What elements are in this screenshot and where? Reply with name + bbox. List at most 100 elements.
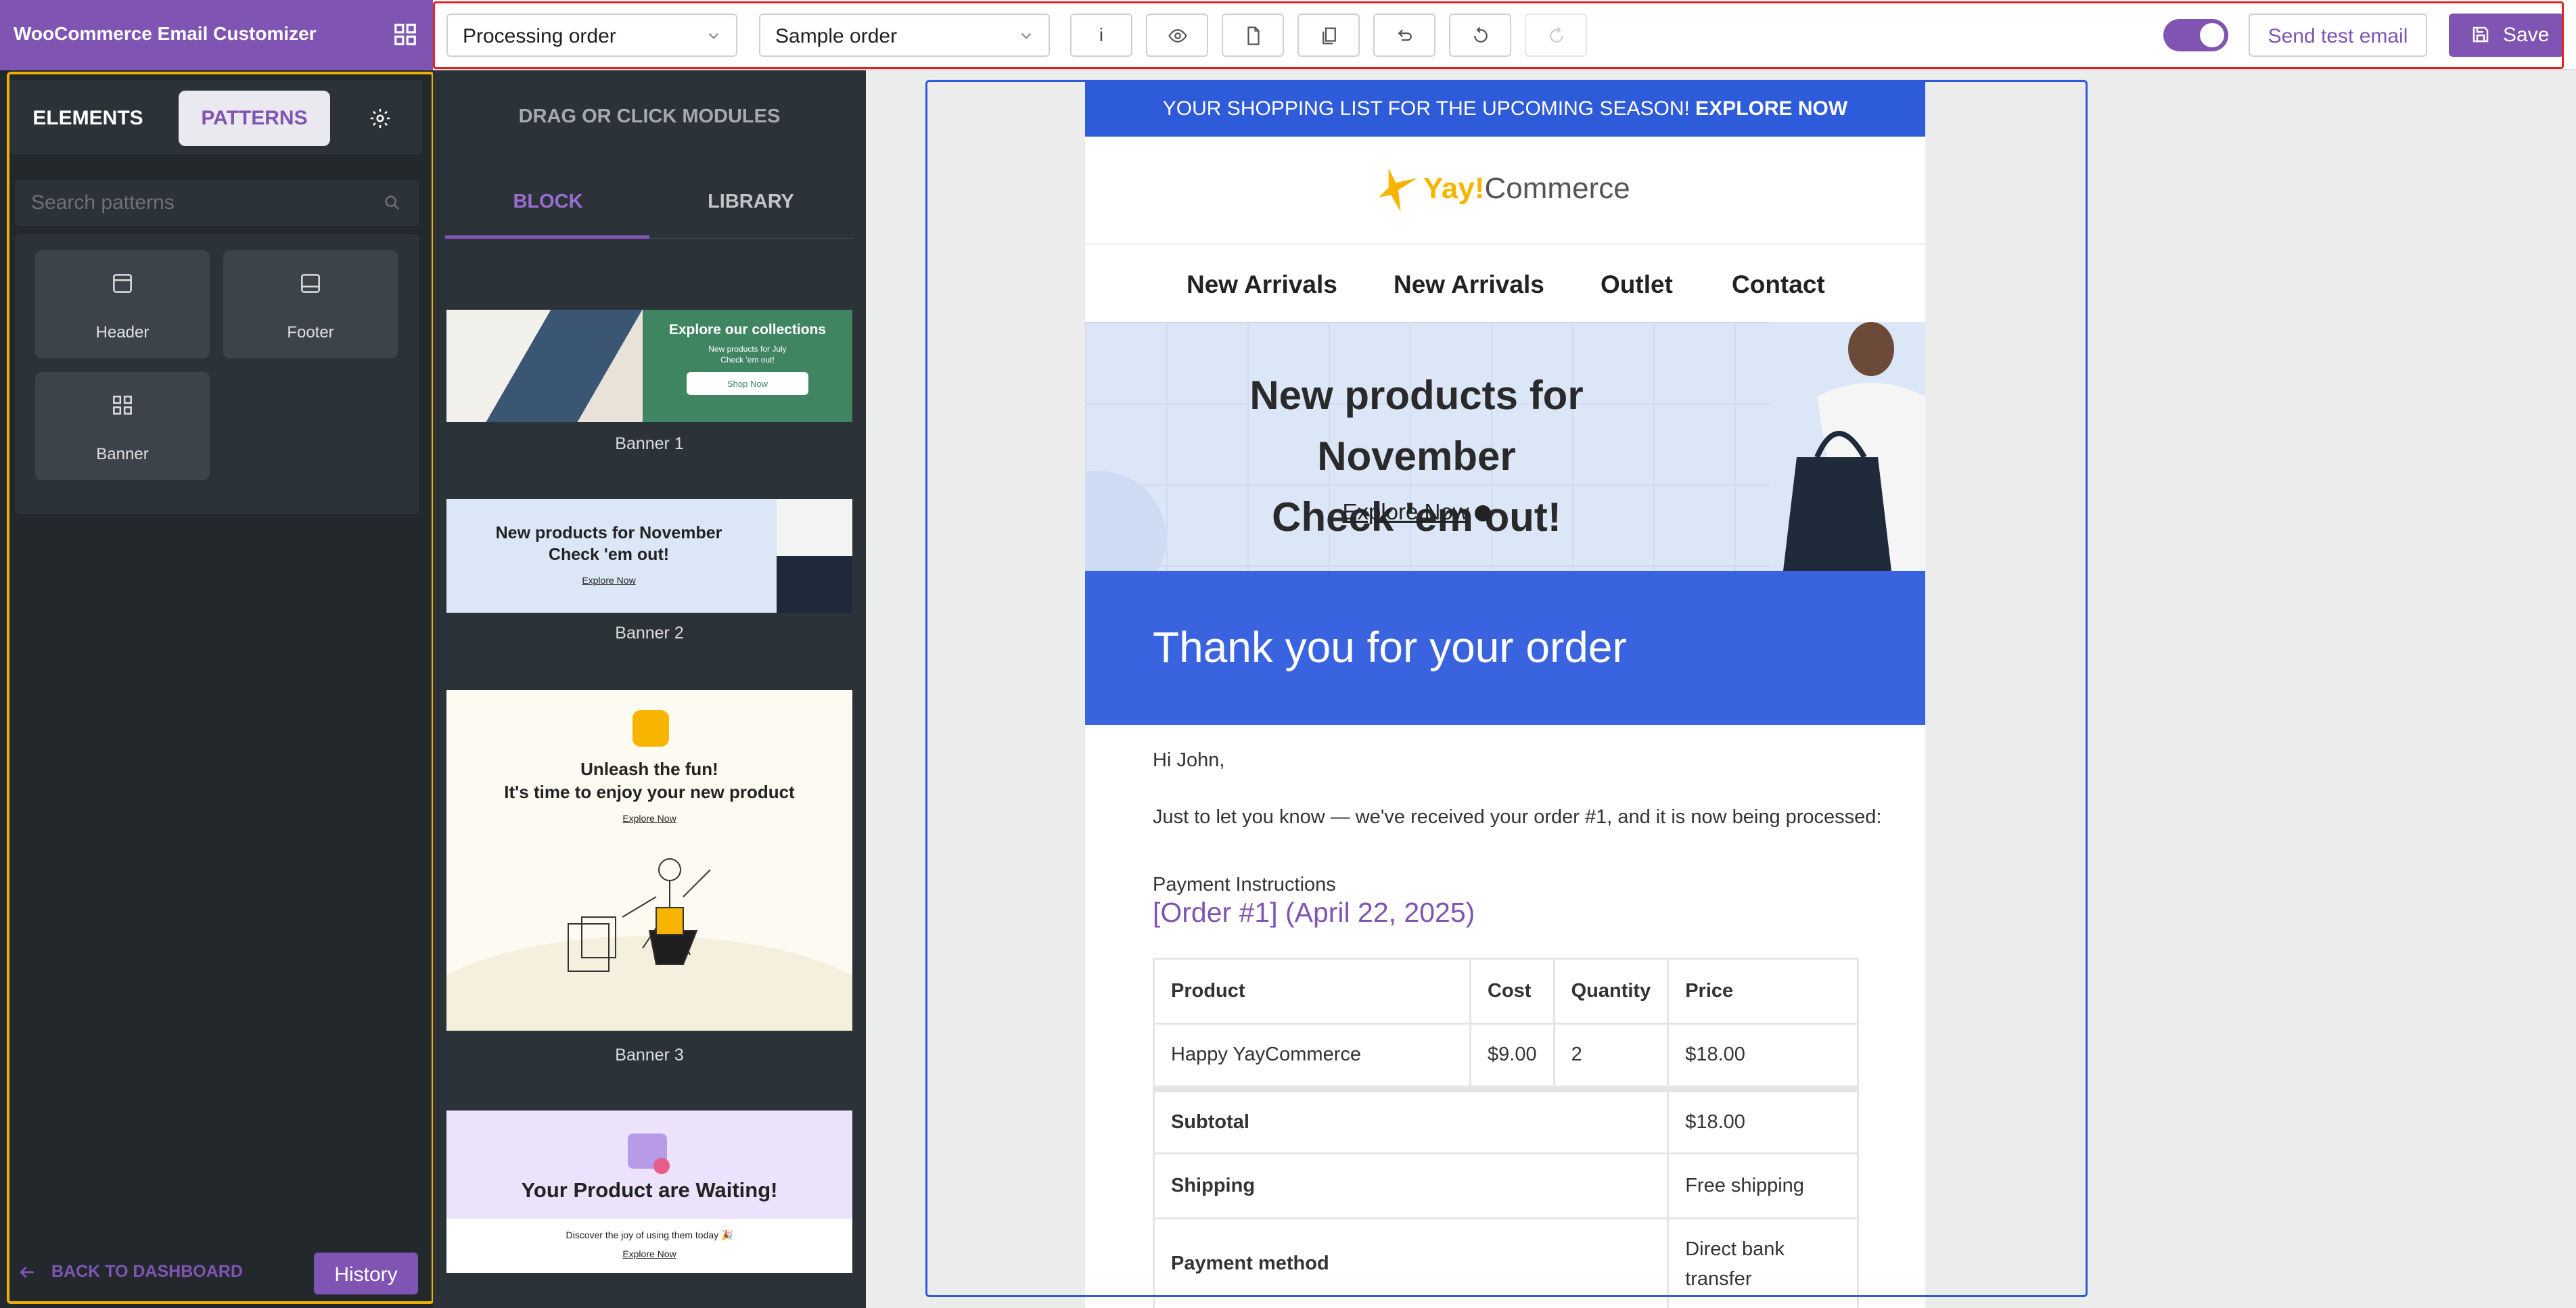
patterns-grid: Header Footer Banner xyxy=(15,234,419,514)
banner-title: New products for November Check 'em out! xyxy=(487,522,731,565)
grid-icon xyxy=(113,396,132,415)
banner-subtitle: Discover the joy of using them today 🎉 xyxy=(566,1230,733,1240)
totals-value: $18.00 xyxy=(1667,1085,1859,1154)
order-table: Product Cost Quantity Price Happy YayCom… xyxy=(1152,958,1859,1308)
arrow-circle-icon xyxy=(1474,505,1491,522)
tab-library[interactable]: LIBRARY xyxy=(649,191,852,213)
pattern-footer[interactable]: Footer xyxy=(223,250,398,358)
order-message: Just to let you know — we've received yo… xyxy=(1153,806,1882,828)
modules-heading: DRAG OR CLICK MODULES xyxy=(518,106,781,127)
column-header: Price xyxy=(1667,958,1859,1025)
email-nav: New Arrivals New Arrivals Outlet Contact xyxy=(1085,245,1925,322)
active-tab-indicator xyxy=(445,235,649,239)
pattern-label: Footer xyxy=(287,323,334,342)
tab-block[interactable]: BLOCK xyxy=(446,191,649,213)
banner-subtitle: New products for July Check 'em out! xyxy=(643,344,852,365)
promo-text: YOUR SHOPPING LIST FOR THE UPCOMING SEAS… xyxy=(1162,97,1690,120)
banner-image xyxy=(446,310,643,422)
pattern-label: Banner xyxy=(96,445,149,463)
pattern-banner[interactable]: Banner xyxy=(35,372,210,480)
table-cell: $9.00 xyxy=(1469,1023,1555,1090)
arrow-left-icon xyxy=(20,1266,34,1278)
hero-banner[interactable]: New products for November Check 'em out!… xyxy=(1085,322,1925,571)
hero-explore-link[interactable]: Explore Now xyxy=(1180,499,1653,525)
yaycommerce-logo-icon xyxy=(1379,168,1418,212)
badge-icon xyxy=(653,1158,670,1174)
back-to-dashboard-link[interactable]: BACK TO DASHBOARD xyxy=(16,1262,243,1282)
apps-grid-icon[interactable] xyxy=(392,22,418,47)
greeting-text: Hi John, xyxy=(1153,749,1225,771)
logo-wordmark: Yay!Commerce xyxy=(1423,172,1630,206)
module-label: Banner 3 xyxy=(615,1046,684,1065)
model-photo xyxy=(777,499,852,613)
tab-settings[interactable] xyxy=(359,101,402,135)
totals-label: Subtotal xyxy=(1152,1085,1670,1154)
totals-row: Shipping Free shipping xyxy=(1152,1152,1859,1219)
totals-label: Shipping xyxy=(1152,1152,1670,1219)
decorative-circle xyxy=(1085,471,1166,571)
order-title-link[interactable]: [Order #1] (April 22, 2025) xyxy=(1153,897,1475,929)
banner-title-line: Check 'em out! xyxy=(548,545,670,564)
hero-link-text: Explore Now xyxy=(1342,499,1469,524)
column-header: Cost xyxy=(1469,958,1555,1025)
table-row: Happy YayCommerce $9.00 2 $18.00 xyxy=(1153,1023,1859,1090)
gear-icon xyxy=(370,108,390,129)
nav-item-outlet[interactable]: Outlet xyxy=(1601,271,1673,299)
pattern-search xyxy=(15,180,419,226)
search-icon[interactable] xyxy=(383,193,402,212)
nav-item-new-arrivals[interactable]: New Arrivals xyxy=(1187,271,1337,299)
totals-row: Subtotal $18.00 xyxy=(1152,1085,1859,1154)
promo-link[interactable]: EXPLORE NOW xyxy=(1695,97,1847,120)
module-banner-1[interactable]: Explore our collections New products for… xyxy=(446,310,852,422)
banner-link: Explore Now xyxy=(622,1248,676,1259)
email-heading[interactable]: Thank you for your order xyxy=(1085,571,1925,725)
back-label: BACK TO DASHBOARD xyxy=(51,1262,243,1281)
hero-title-line: New products for November xyxy=(1249,373,1584,479)
search-input[interactable] xyxy=(15,180,419,226)
column-header: Product xyxy=(1153,958,1471,1025)
banner-subtitle-line: New products for July xyxy=(708,344,787,354)
toolbar-highlight xyxy=(433,1,2564,69)
promo-bar[interactable]: YOUR SHOPPING LIST FOR THE UPCOMING SEAS… xyxy=(1085,80,1925,137)
totals-value: Free shipping xyxy=(1667,1152,1859,1219)
banner-link: Explore Now xyxy=(622,813,676,824)
banner-subtitle-line: Check 'em out! xyxy=(720,355,775,365)
banner-title-line: New products for November xyxy=(495,523,722,542)
header-layout-icon xyxy=(113,274,132,293)
module-label: Banner 1 xyxy=(615,434,684,453)
top-bar: WooCommerce Email Customizer Processing … xyxy=(0,0,2576,70)
module-banner-3[interactable]: Unleash the fun! It's time to enjoy your… xyxy=(446,690,852,1031)
banner-title: Unleash the fun! It's time to enjoy your… xyxy=(446,757,852,803)
banner-panel: Explore our collections New products for… xyxy=(643,310,852,422)
module-label: Banner 2 xyxy=(615,624,684,643)
logo-commerce: Commerce xyxy=(1484,172,1630,205)
banner-title-line: It's time to enjoy your new product xyxy=(504,782,795,802)
tab-patterns[interactable]: PATTERNS xyxy=(179,91,330,146)
banner-title-line: Unleash the fun! xyxy=(580,759,718,779)
nav-item-new-arrivals-2[interactable]: New Arrivals xyxy=(1394,271,1544,299)
model-photo xyxy=(1770,322,1925,571)
banner-title: Your Product are Waiting! xyxy=(521,1178,778,1202)
banner-title: Explore our collections xyxy=(668,322,827,337)
totals-label: Payment method xyxy=(1152,1217,1670,1308)
tab-elements[interactable]: ELEMENTS xyxy=(20,95,156,141)
history-button[interactable]: History xyxy=(314,1253,418,1294)
table-cell: 2 xyxy=(1552,1023,1670,1090)
module-banner-2[interactable]: New products for November Check 'em out!… xyxy=(446,499,852,613)
app-title: WooCommerce Email Customizer xyxy=(14,23,317,44)
pattern-header[interactable]: Header xyxy=(35,250,210,358)
shopping-illustration xyxy=(568,858,711,972)
table-header-row: Product Cost Quantity Price xyxy=(1153,958,1859,1025)
module-banner-4[interactable]: Your Product are Waiting! Discover the j… xyxy=(446,1111,852,1273)
logo-icon xyxy=(632,710,669,747)
email-preview: YOUR SHOPPING LIST FOR THE UPCOMING SEAS… xyxy=(1085,80,1925,1308)
banner-button: Shop Now xyxy=(687,372,808,395)
column-header: Quantity xyxy=(1552,958,1670,1025)
app-brand: WooCommerce Email Customizer xyxy=(0,0,433,70)
table-cell: $18.00 xyxy=(1667,1023,1859,1090)
logo-yay: Yay! xyxy=(1423,172,1485,205)
nav-item-contact[interactable]: Contact xyxy=(1732,271,1825,299)
totals-value: Direct bank transfer xyxy=(1667,1217,1859,1308)
totals-row: Payment method Direct bank transfer xyxy=(1152,1217,1859,1308)
email-logo-row[interactable]: Yay!Commerce xyxy=(1085,137,1925,245)
